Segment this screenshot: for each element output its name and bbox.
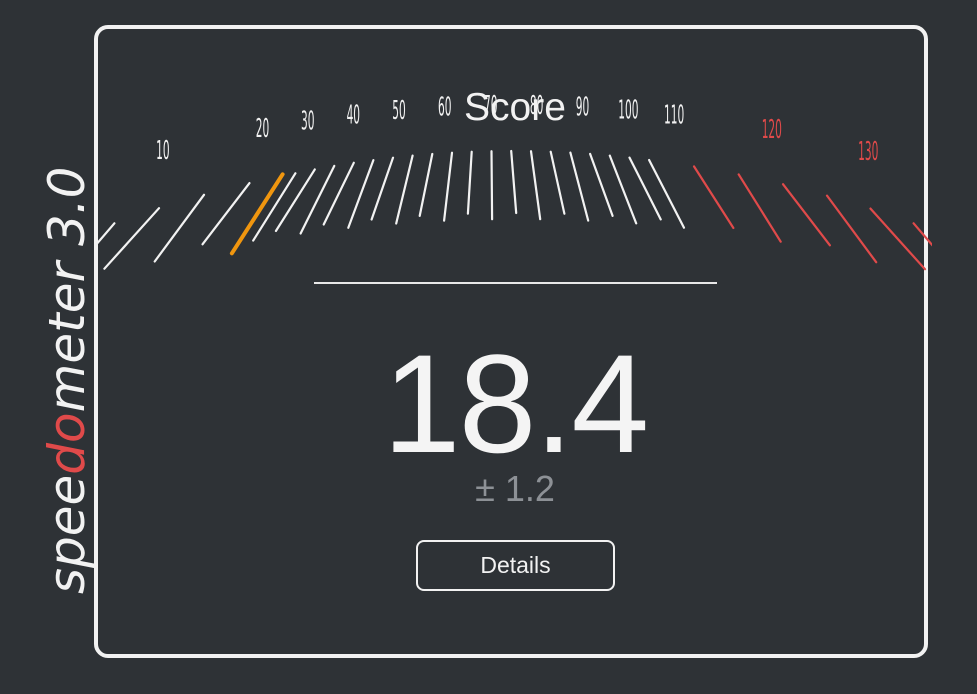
gauge-tick: [466, 150, 473, 215]
gauge-tick: [628, 156, 662, 221]
gauge-tick: [103, 207, 161, 270]
gauge-tick-label: 60: [438, 91, 451, 122]
gauge-ticks: [98, 149, 932, 271]
gauge-tick: [443, 151, 454, 222]
speedometer-gauge: 0102030405060708090100110120130140: [98, 90, 932, 271]
gauge-tick: [569, 151, 590, 222]
gauge-tick: [549, 150, 566, 215]
gauge-tick: [737, 173, 782, 243]
logo-text-do: do: [42, 412, 96, 474]
gauge-tick-label: 90: [576, 91, 589, 122]
gauge-tick: [490, 150, 494, 221]
divider: [314, 282, 717, 284]
logo-text-spee: spee: [42, 475, 96, 594]
gauge-tick-label: 30: [301, 105, 314, 136]
gauge-tick-label: 100: [618, 94, 638, 125]
gauge-tick-labels: 0102030405060708090100110120130140: [156, 90, 878, 167]
gauge-tick-label: 40: [347, 99, 360, 130]
gauge-tick: [322, 161, 355, 226]
gauge-tick-label: 120: [762, 114, 782, 145]
logo-text-version: 3.0: [42, 167, 96, 262]
gauge-tick: [869, 207, 927, 271]
speedometer-logo: speedometer 3.0: [42, 64, 102, 604]
gauge-tick: [395, 154, 414, 225]
score-error-margin: ± 1.2: [475, 468, 555, 509]
logo-text: speedometer 3.0: [42, 167, 96, 594]
gauge-tick-label: 50: [392, 94, 405, 125]
logo-text-meter: meter: [42, 259, 96, 413]
gauge-tick: [153, 193, 206, 263]
gauge-tick-label: 130: [858, 136, 878, 167]
gauge-tick-label: 10: [156, 135, 169, 166]
gauge-tick: [692, 165, 735, 230]
gauge-tick-label: 20: [256, 113, 269, 144]
gauge-tick: [647, 158, 686, 229]
gauge-tick: [781, 183, 832, 247]
gauge-tick-label: 70: [484, 90, 497, 121]
logo-svg: speedometer 3.0: [42, 167, 96, 594]
gauge-tick: [299, 164, 336, 235]
score-value: 18.4: [382, 325, 649, 482]
gauge-tick: [825, 194, 878, 264]
score-panel: Score 0102030405060708090100110120130140…: [94, 25, 932, 658]
gauge-needle: [229, 172, 285, 256]
gauge-tick: [418, 152, 434, 217]
gauge-tick: [98, 222, 116, 245]
gauge-tick: [912, 222, 932, 247]
gauge-tick: [510, 149, 518, 215]
gauge-tick: [370, 156, 395, 221]
gauge-tick: [608, 154, 638, 225]
gauge-tick: [589, 152, 614, 217]
details-button[interactable]: Details: [416, 540, 615, 591]
gauge-tick: [347, 159, 375, 229]
gauge-tick-label: 110: [664, 99, 684, 130]
gauge-tick-label: 80: [530, 90, 543, 121]
gauge-tick: [529, 150, 542, 221]
